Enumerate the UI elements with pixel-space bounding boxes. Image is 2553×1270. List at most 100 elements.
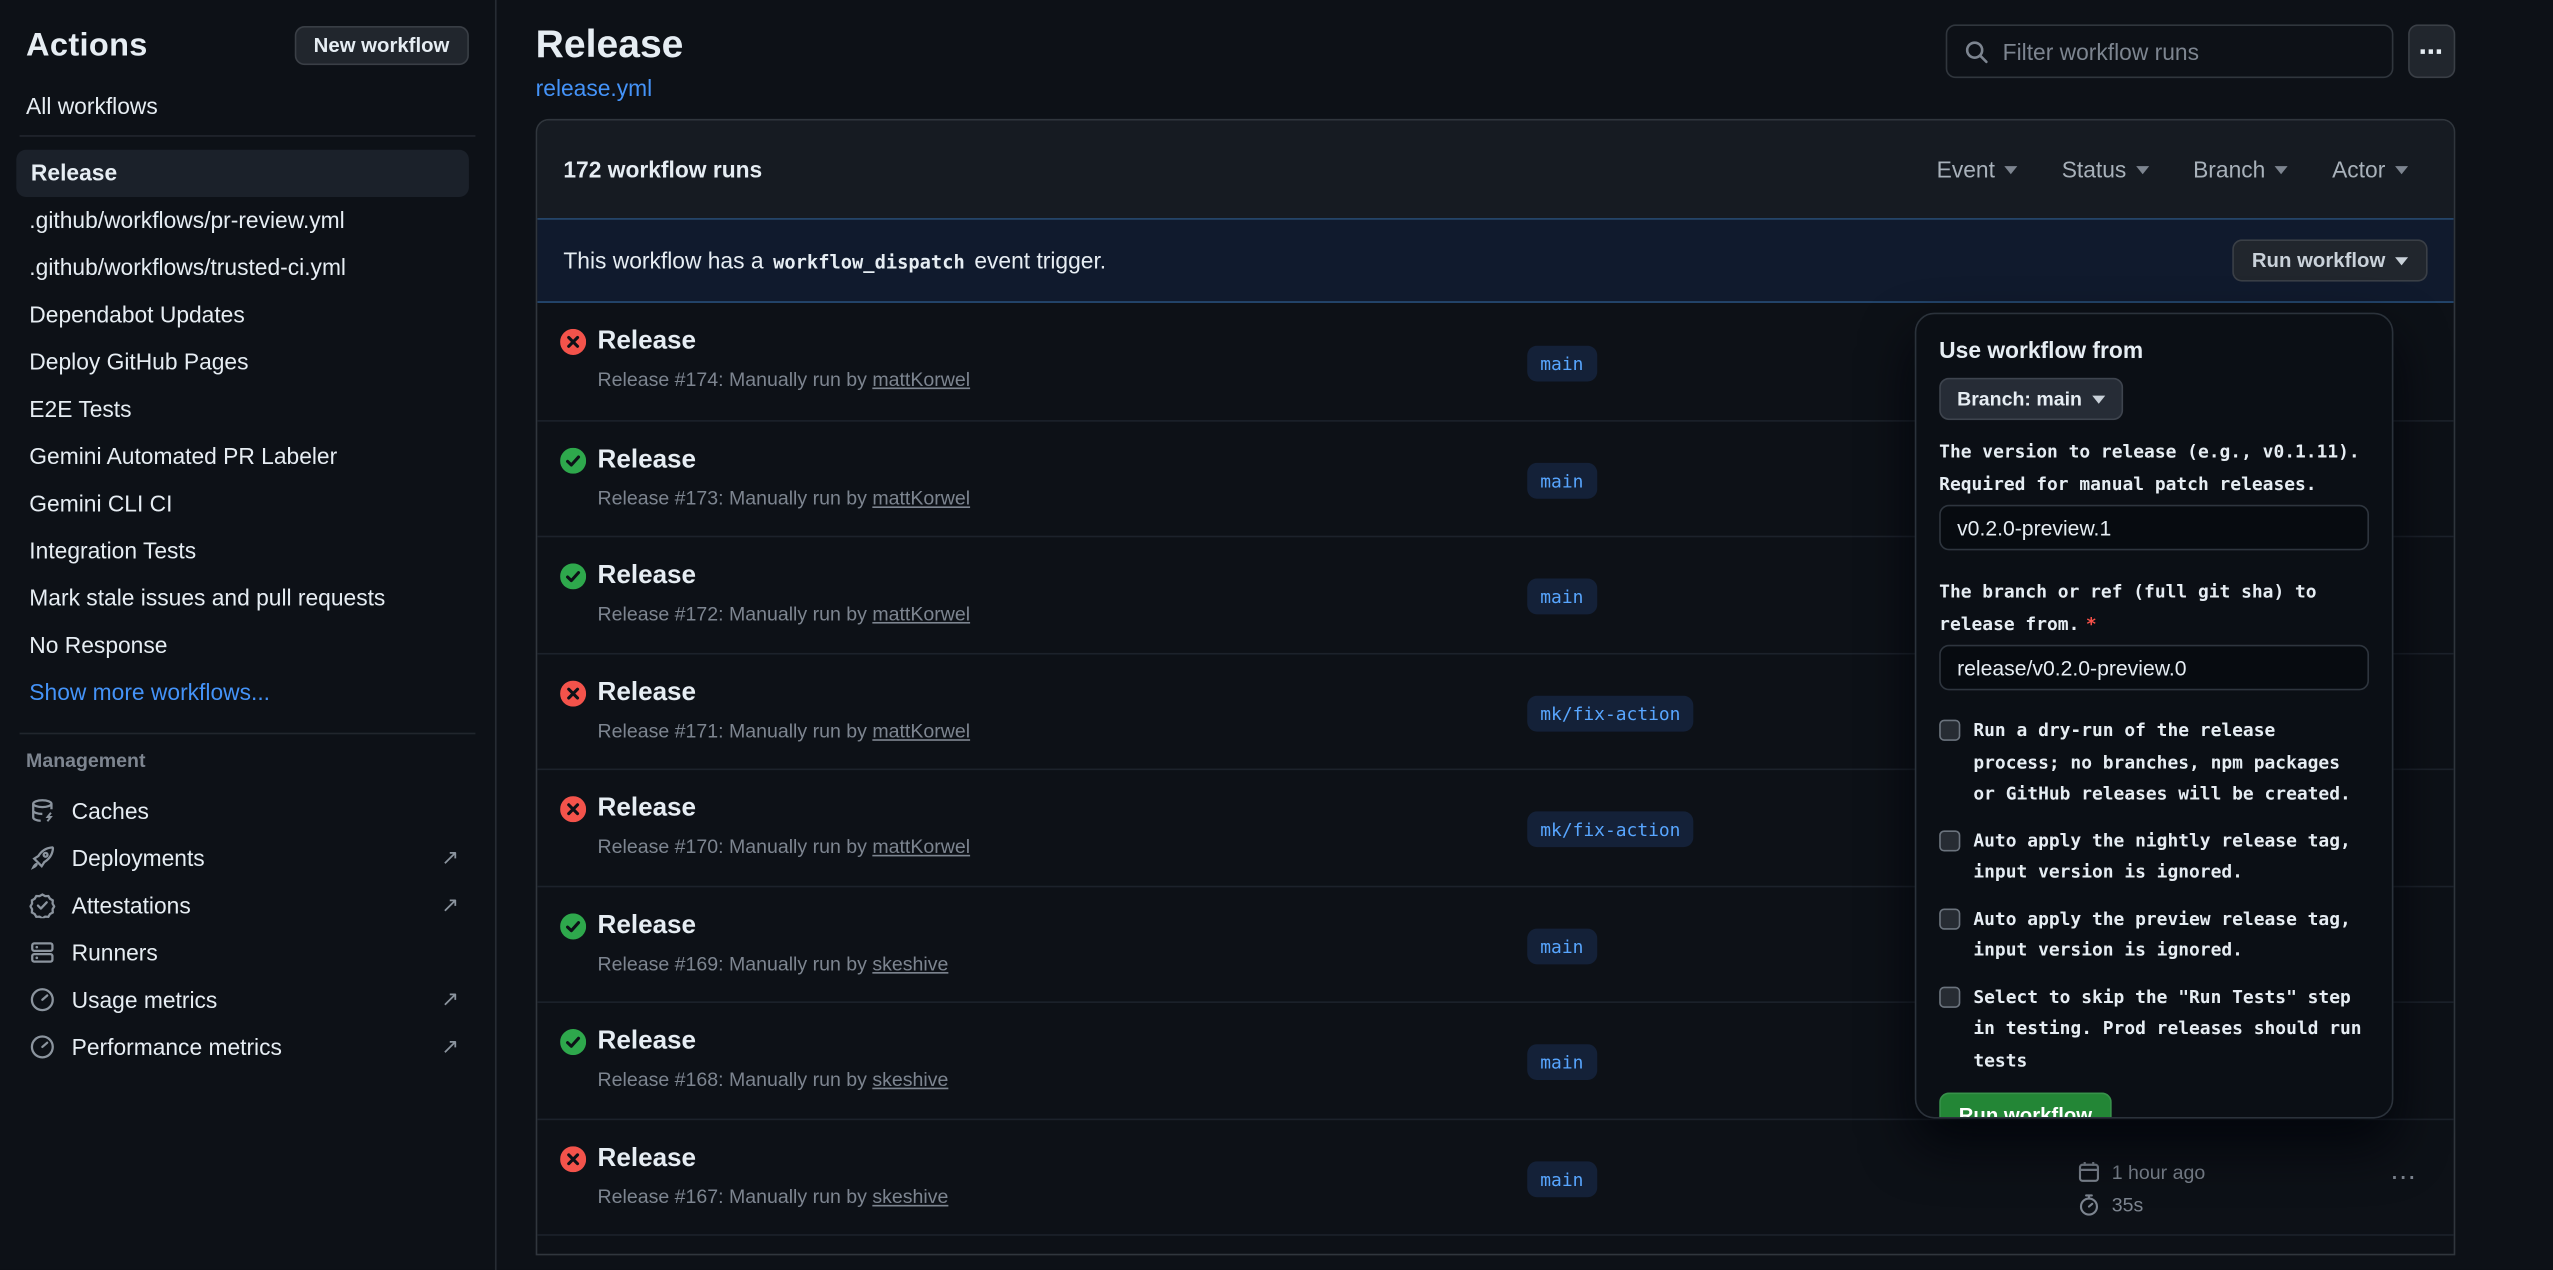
filter-actor-dropdown[interactable]: Actor (2332, 156, 2408, 182)
branch-badge[interactable]: main (1527, 345, 1596, 381)
sidebar-item-integration-tests[interactable]: Integration Tests (26, 528, 469, 575)
sidebar-item-deployments[interactable]: Deployments ↗ (26, 834, 469, 881)
sidebar-item-label: Runners (72, 939, 158, 965)
sidebar-divider (20, 135, 476, 137)
branch-badge[interactable]: main (1527, 579, 1596, 615)
server-icon (29, 939, 55, 965)
sidebar-item-dependabot-updates[interactable]: Dependabot Updates (26, 291, 469, 338)
rocket-icon (29, 844, 55, 870)
sidebar-item-show-more-workflows[interactable]: Show more workflows... (26, 669, 469, 716)
chevron-down-icon (2395, 165, 2408, 173)
failure-status-icon (560, 329, 586, 363)
actor-link[interactable]: mattKorwel (872, 368, 970, 391)
workflow-nav-list: Release.github/workflows/pr-review.yml.g… (26, 150, 469, 717)
calendar-icon (2078, 1160, 2101, 1183)
sidebar-item-performance-metrics[interactable]: Performance metrics↗ (26, 1023, 469, 1070)
run-duration: 35s (2112, 1193, 2144, 1216)
sidebar-item-e2e-tests[interactable]: E2E Tests (26, 386, 469, 433)
version-input-description: The version to release (e.g., v0.1.11).R… (1939, 436, 2369, 499)
actor-link[interactable]: skeshive (872, 1185, 948, 1208)
checkbox-label: Auto apply the nightly release tag, inpu… (1973, 825, 2364, 888)
workflow-file-link[interactable]: release.yml (536, 75, 653, 101)
run-workflow-submit-button[interactable]: Run workflow (1939, 1093, 2112, 1119)
sidebar-item-usage-metrics[interactable]: Usage metrics↗ (26, 975, 469, 1022)
sidebar-item-label: Caches (72, 797, 149, 823)
sidebar-item-label: Deployments (72, 844, 205, 870)
filter-status-dropdown[interactable]: Status (2062, 156, 2149, 182)
success-status-icon (560, 913, 586, 947)
ref-input[interactable] (1939, 645, 2369, 691)
verified-icon (29, 891, 55, 917)
panel-checkboxes: Run a dry-run of the release process; no… (1939, 715, 2369, 1076)
checkbox-label: Auto apply the preview release tag, inpu… (1973, 903, 2364, 966)
panel-pointer (2323, 313, 2349, 315)
branch-select-button[interactable]: Branch: main (1939, 378, 2122, 420)
sidebar-item-deploy-github-pages[interactable]: Deploy GitHub Pages (26, 339, 469, 386)
input-checkbox[interactable] (1939, 720, 1960, 741)
branch-badge[interactable]: main (1527, 928, 1596, 964)
filter-branch-dropdown[interactable]: Branch (2193, 156, 2288, 182)
sidebar-item-no-response[interactable]: No Response (26, 622, 469, 669)
chevron-down-icon (2092, 395, 2105, 403)
panel-heading: Use workflow from (1939, 337, 2369, 363)
input-checkbox[interactable] (1939, 830, 1960, 851)
sidebar-item-label: Performance metrics (72, 1033, 282, 1059)
ref-input-description: The branch or ref (full git sha) torelea… (1939, 576, 2369, 639)
failure-status-icon (560, 1145, 586, 1179)
sidebar-item-github-workflows-trusted-ci-yml[interactable]: .github/workflows/trusted-ci.yml (26, 244, 469, 291)
actor-link[interactable]: mattKorwel (872, 719, 970, 742)
external-link-icon: ↗ (441, 844, 459, 870)
meter-icon (29, 986, 55, 1012)
input-checkbox[interactable] (1939, 986, 1960, 1007)
input-checkbox[interactable] (1939, 908, 1960, 929)
sidebar-item-github-workflows-pr-review-yml[interactable]: .github/workflows/pr-review.yml (26, 197, 469, 244)
required-asterisk: * (2086, 613, 2097, 634)
external-link-icon: ↗ (441, 891, 459, 917)
sidebar-item-mark-stale-issues-and-pull-requests[interactable]: Mark stale issues and pull requests (26, 575, 469, 622)
filter-runs-searchbox[interactable] (1946, 24, 2394, 78)
sidebar-item-attestations[interactable]: Attestations↗ (26, 881, 469, 928)
run-workflow-dropdown-button[interactable]: Run workflow (2232, 239, 2427, 281)
all-workflows-link[interactable]: All workflows (26, 93, 469, 119)
success-status-icon (560, 563, 586, 597)
filter-runs-input[interactable] (2003, 38, 2376, 64)
actor-link[interactable]: mattKorwel (872, 835, 970, 858)
failure-status-icon (560, 680, 586, 714)
run-kebab-button[interactable]: ⋯ (2384, 1154, 2426, 1200)
run-timestamp: 1 hour ago (2112, 1160, 2205, 1183)
sidebar-divider (20, 733, 476, 735)
sidebar-item-release[interactable]: Release (16, 150, 469, 197)
success-status-icon (560, 1029, 586, 1063)
branch-badge[interactable]: main (1527, 1161, 1596, 1197)
search-icon (1964, 38, 1990, 64)
branch-badge[interactable]: main (1527, 463, 1596, 499)
branch-badge[interactable]: main (1527, 1045, 1596, 1081)
sidebar-item-gemini-automated-pr-labeler[interactable]: Gemini Automated PR Labeler (26, 433, 469, 480)
sidebar-item-runners[interactable]: Runners (26, 928, 469, 975)
new-workflow-button[interactable]: New workflow (294, 26, 469, 65)
workflow-run-row[interactable]: ReleaseRelease #167: Manually run by ske… (537, 1118, 2453, 1234)
page-kebab-button[interactable]: ⋯ (2408, 24, 2455, 78)
actor-link[interactable]: skeshive (872, 952, 948, 975)
cache-icon (29, 797, 55, 823)
sidebar: Actions New workflow All workflows Relea… (0, 0, 497, 1270)
chevron-down-icon (2136, 165, 2149, 173)
sidebar-item-label: Usage metrics (72, 986, 218, 1012)
chevron-down-icon (2275, 165, 2288, 173)
checkbox-label: Run a dry-run of the release process; no… (1973, 715, 2364, 810)
chevron-down-icon (2005, 165, 2018, 173)
management-section-label: Management (26, 749, 469, 778)
actor-link[interactable]: skeshive (872, 1068, 948, 1091)
version-input[interactable] (1939, 505, 2369, 551)
filter-event-dropdown[interactable]: Event (1937, 156, 2018, 182)
sidebar-item-caches[interactable]: Caches (26, 786, 469, 833)
runs-count: 172 workflow runs (563, 156, 762, 182)
runs-filter-bar: Event Status Branch Actor (1937, 156, 2408, 182)
branch-badge[interactable]: mk/fix-action (1527, 695, 1693, 731)
actor-link[interactable]: mattKorwel (872, 602, 970, 625)
actions-page: Actions New workflow All workflows Relea… (0, 0, 2553, 1270)
run-workflow-panel: Use workflow from Branch: main The versi… (1915, 313, 2394, 1119)
actor-link[interactable]: mattKorwel (872, 486, 970, 509)
sidebar-item-gemini-cli-ci[interactable]: Gemini CLI CI (26, 480, 469, 527)
branch-badge[interactable]: mk/fix-action (1527, 812, 1693, 848)
